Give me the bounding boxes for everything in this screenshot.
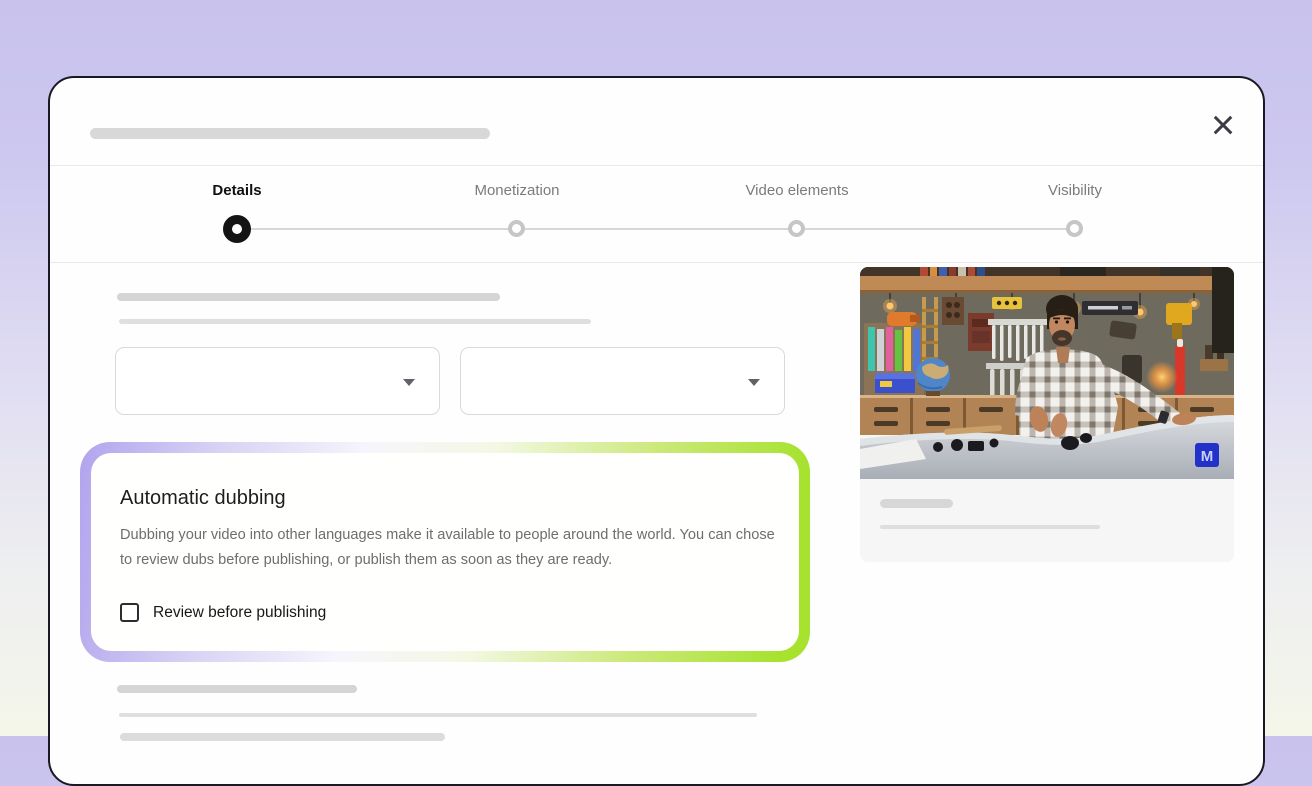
chevron-down-icon xyxy=(748,379,760,386)
thumbnail-illustration: M xyxy=(860,267,1234,479)
section-label-placeholder xyxy=(117,685,357,693)
step-label-visibility[interactable]: Visibility xyxy=(975,182,1175,199)
review-before-publishing-label: Review before publishing xyxy=(153,604,326,622)
video-thumbnail[interactable]: M xyxy=(860,267,1234,479)
video-link-placeholder xyxy=(880,525,1100,529)
video-filename-placeholder xyxy=(880,499,953,508)
section-text-placeholder-2 xyxy=(120,733,445,741)
step-label-video-elements[interactable]: Video elements xyxy=(697,182,897,199)
step-circle-video-elements[interactable] xyxy=(788,220,805,237)
stepper-connector-line xyxy=(237,228,1075,230)
field-label-placeholder xyxy=(117,293,500,301)
section-text-placeholder xyxy=(119,713,757,717)
header-divider xyxy=(50,165,1263,166)
step-label-monetization[interactable]: Monetization xyxy=(417,182,617,199)
field-text-placeholder xyxy=(119,319,591,324)
language-dropdown-1[interactable] xyxy=(115,347,440,415)
close-icon: × xyxy=(1211,104,1236,146)
close-button[interactable]: × xyxy=(1200,102,1246,148)
channel-watermark: M xyxy=(1201,448,1214,465)
step-label-details[interactable]: Details xyxy=(137,182,337,199)
upload-dialog: × Details Monetization Video elements Vi… xyxy=(48,76,1265,786)
video-preview-card: M xyxy=(860,267,1234,562)
automatic-dubbing-card-inner: Automatic dubbing Dubbing your video int… xyxy=(91,453,799,651)
stepper-divider xyxy=(50,262,1263,263)
automatic-dubbing-title: Automatic dubbing xyxy=(120,486,769,510)
dialog-title-placeholder xyxy=(90,128,490,139)
language-dropdown-2[interactable] xyxy=(460,347,785,415)
automatic-dubbing-description: Dubbing your video into other languages … xyxy=(120,523,786,572)
automatic-dubbing-card: Automatic dubbing Dubbing your video int… xyxy=(80,442,810,662)
chevron-down-icon xyxy=(403,379,415,386)
step-circle-monetization[interactable] xyxy=(508,220,525,237)
step-circle-visibility[interactable] xyxy=(1066,220,1083,237)
step-circle-details[interactable] xyxy=(223,215,251,243)
review-before-publishing-row[interactable]: Review before publishing xyxy=(120,603,769,622)
review-before-publishing-checkbox[interactable] xyxy=(120,603,139,622)
